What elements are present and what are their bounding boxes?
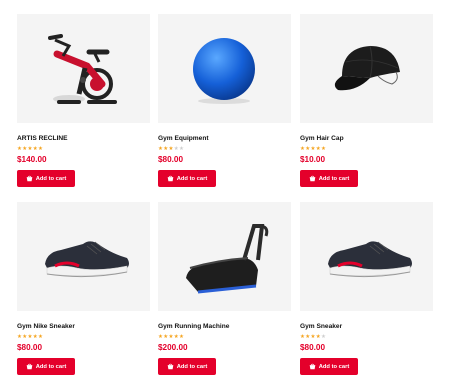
add-to-cart-label: Add to cart <box>176 363 208 370</box>
product-price: $140.00 <box>17 155 47 164</box>
add-to-cart-button[interactable]: Add to cart <box>158 170 216 187</box>
star-rating: ★★★★★ <box>158 334 185 341</box>
product-card: Gym Sneaker ★★★★★ $80.00 Add to cart <box>300 202 433 375</box>
cart-icon <box>26 175 32 182</box>
star-rating: ★★★★★ <box>300 334 327 341</box>
cart-icon <box>309 175 315 182</box>
product-price: $80.00 <box>300 343 326 352</box>
star-icon: ★ <box>37 334 44 340</box>
add-to-cart-label: Add to cart <box>318 175 350 182</box>
exercise-bike-icon <box>48 34 117 104</box>
product-card: Gym Nike Sneaker ★★★★★ $80.00 Add to car… <box>17 202 150 375</box>
add-to-cart-button[interactable]: Add to cart <box>17 170 75 187</box>
product-card: ARTIS RECLINE ★★★★★ $140.00 Add to cart <box>17 14 150 187</box>
add-to-cart-button[interactable]: Add to cart <box>300 170 358 187</box>
cart-icon <box>167 175 173 182</box>
product-title[interactable]: Gym Nike Sneaker <box>17 323 75 330</box>
product-image-sneaker[interactable] <box>300 202 433 311</box>
product-image-cap[interactable] <box>300 14 433 123</box>
add-to-cart-label: Add to cart <box>176 175 208 182</box>
add-to-cart-label: Add to cart <box>35 363 67 370</box>
cart-icon <box>26 363 32 370</box>
add-to-cart-label: Add to cart <box>35 175 67 182</box>
add-to-cart-button[interactable]: Add to cart <box>158 358 216 375</box>
product-image-exercise-bike[interactable] <box>17 14 150 123</box>
product-card: Gym Equipment ★★★★★ $80.00 Add to cart <box>158 14 291 187</box>
product-image-sneaker[interactable] <box>17 202 150 311</box>
cart-icon <box>167 363 173 370</box>
star-icon: ★ <box>37 146 44 152</box>
cart-icon <box>309 363 315 370</box>
product-image-treadmill[interactable] <box>158 202 291 311</box>
star-icon: ★ <box>178 146 185 152</box>
product-title[interactable]: Gym Running Machine <box>158 323 229 330</box>
cap-icon <box>334 45 400 91</box>
sneaker-icon <box>328 241 412 278</box>
product-price: $10.00 <box>300 155 326 164</box>
star-rating: ★★★★★ <box>17 146 44 153</box>
star-icon: ★ <box>178 334 185 340</box>
add-to-cart-button[interactable]: Add to cart <box>300 358 358 375</box>
product-title[interactable]: Gym Hair Cap <box>300 135 344 142</box>
product-card: Gym Hair Cap ★★★★★ $10.00 Add to cart <box>300 14 433 187</box>
product-title[interactable]: Gym Sneaker <box>300 323 342 330</box>
star-rating: ★★★★★ <box>158 146 185 153</box>
product-title[interactable]: Gym Equipment <box>158 135 209 142</box>
product-price: $200.00 <box>158 343 188 352</box>
exercise-ball-icon <box>193 38 255 104</box>
product-image-exercise-ball[interactable] <box>158 14 291 123</box>
product-card: Gym Running Machine ★★★★★ $200.00 Add to… <box>158 202 291 375</box>
product-price: $80.00 <box>17 343 43 352</box>
add-to-cart-label: Add to cart <box>318 363 350 370</box>
star-icon: ★ <box>320 146 327 152</box>
sneaker-icon <box>45 241 129 278</box>
product-price: $80.00 <box>158 155 184 164</box>
treadmill-icon <box>186 224 269 294</box>
star-icon: ★ <box>320 334 327 340</box>
star-rating: ★★★★★ <box>300 146 327 153</box>
product-title[interactable]: ARTIS RECLINE <box>17 135 68 142</box>
star-rating: ★★★★★ <box>17 334 44 341</box>
add-to-cart-button[interactable]: Add to cart <box>17 358 75 375</box>
